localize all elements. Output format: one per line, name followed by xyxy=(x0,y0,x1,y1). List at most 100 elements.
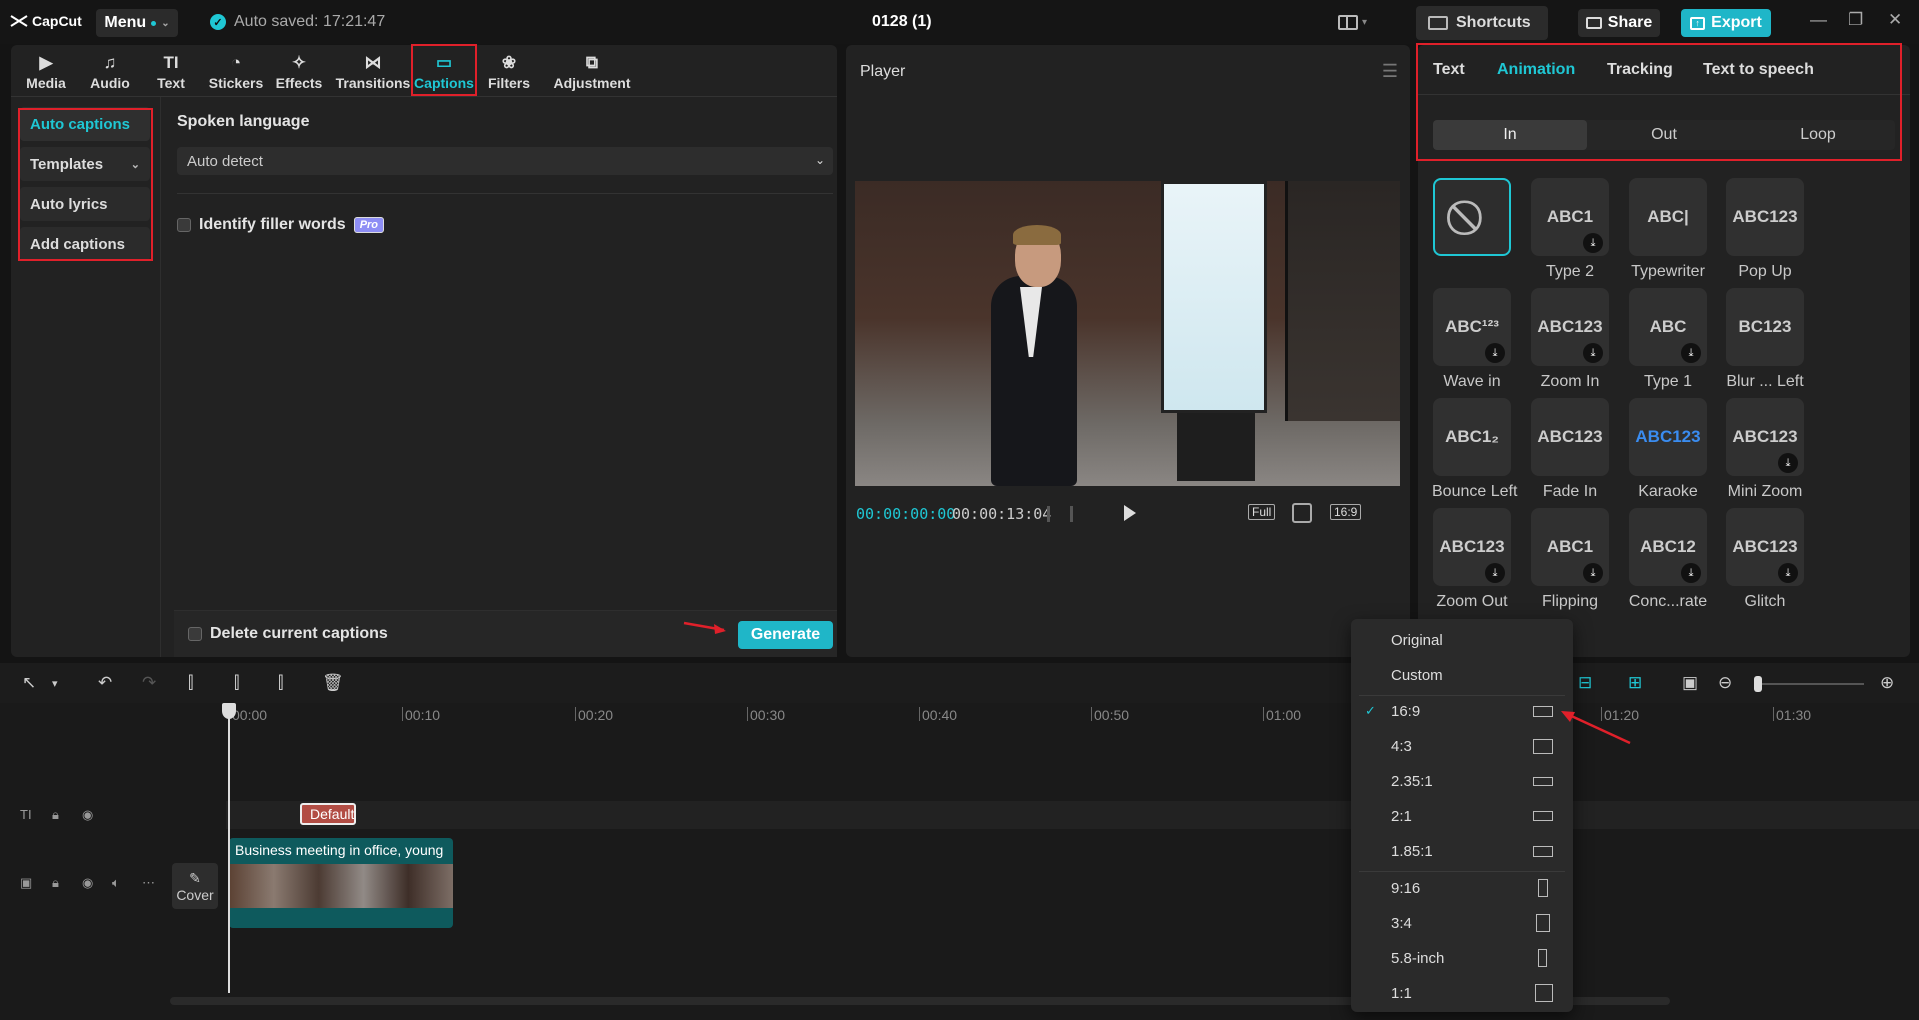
animation-preset[interactable]: ABC123⤓Mini Zoom xyxy=(1725,398,1805,501)
annotation-arrow xyxy=(1555,708,1635,748)
lock-icon[interactable]: 🔒︎ xyxy=(52,875,59,891)
animation-preset[interactable]: ABC123⤓Zoom In xyxy=(1530,288,1610,391)
animation-preset[interactable]: ABC1⤓Flipping xyxy=(1530,508,1610,611)
full-quality-button[interactable]: Full xyxy=(1248,504,1275,520)
eye-icon[interactable]: ◉ xyxy=(82,807,93,823)
download-icon[interactable]: ⤓ xyxy=(1778,453,1798,473)
link-icon[interactable]: ⊟ xyxy=(1578,673,1592,693)
ratio-option-1-1[interactable]: 1:1 xyxy=(1351,978,1573,1008)
split-left-icon[interactable]: ⫿ xyxy=(234,673,239,693)
tool-label: Effects xyxy=(276,75,323,91)
animation-preset[interactable]: ABC1₂Bounce Left xyxy=(1432,398,1512,501)
video-clip[interactable]: Business meeting in office, young xyxy=(229,838,453,928)
download-icon[interactable]: ⤓ xyxy=(1681,563,1701,583)
ratio-option-1-85-1[interactable]: 1.85:1 xyxy=(1351,836,1573,866)
animation-preset[interactable]: ABC123Karaoke xyxy=(1628,398,1708,501)
animation-preset[interactable]: ABC12⤓Conc...rate xyxy=(1628,508,1708,611)
animation-preset[interactable]: ABC123Pop Up xyxy=(1725,178,1805,281)
zoom-slider-handle[interactable] xyxy=(1754,676,1762,692)
playhead[interactable] xyxy=(228,703,230,993)
download-icon[interactable]: ⤓ xyxy=(1485,563,1505,583)
text-clip[interactable]: Default xyxy=(300,803,356,825)
undo-icon[interactable]: ↶ xyxy=(98,673,112,693)
ratio-option-5-8-inch[interactable]: 5.8-inch xyxy=(1351,943,1573,973)
minimize-icon[interactable]: — xyxy=(1810,10,1827,30)
video-preview[interactable] xyxy=(855,181,1400,486)
animation-preset[interactable]: ABC123⤓Zoom Out xyxy=(1432,508,1512,611)
chevron-down-icon[interactable]: ▾ xyxy=(52,677,58,690)
split-icon[interactable]: ⫿ xyxy=(188,673,193,693)
animation-preset[interactable]: ABC123⤓Glitch xyxy=(1725,508,1805,611)
download-icon[interactable]: ⤓ xyxy=(1778,563,1798,583)
ratio-2-1-icon xyxy=(1533,811,1553,821)
restore-icon[interactable]: ❐ xyxy=(1848,10,1863,30)
generate-button[interactable]: Generate xyxy=(738,621,833,649)
preview-axis-icon[interactable]: ▣ xyxy=(1682,673,1698,693)
animation-preset[interactable]: ABC¹²³⤓Wave in xyxy=(1432,288,1512,391)
ratio-option-4-3[interactable]: 4:3 xyxy=(1351,731,1573,761)
menu-button[interactable]: Menu ⌄ xyxy=(96,9,178,37)
download-icon[interactable]: ⤓ xyxy=(1485,343,1505,363)
zoom-slider[interactable] xyxy=(1754,683,1864,685)
download-icon[interactable]: ⤓ xyxy=(1681,343,1701,363)
delete-captions-checkbox[interactable] xyxy=(188,627,202,641)
tool-stickers[interactable]: ◔ Stickers xyxy=(206,49,266,95)
zoom-fit-icon[interactable] xyxy=(1292,503,1312,523)
aspect-ratio-button[interactable]: 16:9 xyxy=(1330,504,1361,520)
animation-label: Typewriter xyxy=(1628,263,1708,281)
ratio-option-2-1[interactable]: 2:1 xyxy=(1351,801,1573,831)
animation-preset[interactable]: ABC123Fade In xyxy=(1530,398,1610,501)
ratio-option-custom[interactable]: Custom xyxy=(1351,660,1573,690)
tool-transitions[interactable]: ⋈ Transitions xyxy=(333,49,413,95)
waveform-icon[interactable] xyxy=(1047,506,1073,522)
export-button[interactable]: ↑ Export xyxy=(1681,9,1771,37)
zoom-in-icon[interactable]: ⊕ xyxy=(1880,673,1894,693)
delete-captions-row: Delete current captions xyxy=(188,625,388,643)
edit-pencil-icon: ✎ xyxy=(189,870,201,887)
ratio-option-2-35-1[interactable]: 2.35:1 xyxy=(1351,766,1573,796)
ratio-option-original[interactable]: Original xyxy=(1351,625,1573,655)
download-icon[interactable]: ⤓ xyxy=(1583,343,1603,363)
spoken-language-select[interactable]: Auto detect ⌄ xyxy=(177,147,833,175)
ratio-option-3-4[interactable]: 3:4 xyxy=(1351,908,1573,938)
delete-icon[interactable]: 🗑 xyxy=(322,673,344,693)
more-icon[interactable]: ⋯ xyxy=(142,875,155,891)
tool-adjustment[interactable]: ⧉ Adjustment xyxy=(544,49,640,95)
animation-label: Zoom In xyxy=(1530,373,1610,391)
tool-filters[interactable]: ❀ Filters xyxy=(484,49,534,95)
tool-effects[interactable]: ✧ Effects xyxy=(274,49,324,95)
animation-preset[interactable]: ⃠ xyxy=(1432,178,1512,263)
ratio-option-9-16[interactable]: 9:16 xyxy=(1351,873,1573,903)
menu-label: Menu xyxy=(104,14,146,32)
tool-label: Media xyxy=(26,75,66,91)
play-icon[interactable] xyxy=(1124,505,1136,521)
animation-preset[interactable]: ABC1⤓Type 2 xyxy=(1530,178,1610,281)
animation-preset[interactable]: BC123Blur ... Left xyxy=(1725,288,1805,391)
audio-volume-icon[interactable]: 🔈︎ xyxy=(112,875,120,891)
close-icon[interactable]: ✕ xyxy=(1888,10,1902,30)
filler-words-checkbox[interactable] xyxy=(177,218,191,232)
share-button[interactable]: Share xyxy=(1578,9,1660,37)
hamburger-menu-icon[interactable]: ☰ xyxy=(1382,61,1398,82)
redo-icon[interactable]: ↷ xyxy=(142,673,156,693)
eye-icon[interactable]: ◉ xyxy=(82,875,93,891)
cover-button[interactable]: ✎ Cover xyxy=(172,863,218,909)
select-cursor-icon[interactable]: ↖ xyxy=(22,673,36,693)
split-right-icon[interactable]: ⫿ xyxy=(278,673,283,693)
download-icon[interactable]: ⤓ xyxy=(1583,233,1603,253)
snap-icon[interactable]: ⊞ xyxy=(1628,673,1642,693)
shortcuts-button[interactable]: Shortcuts xyxy=(1416,6,1548,40)
tool-audio[interactable]: ♫ Audio xyxy=(85,49,135,95)
tool-text[interactable]: TI Text xyxy=(151,49,191,95)
ratio-option-16-9[interactable]: ✓ 16:9 xyxy=(1351,696,1573,726)
autosave-text: Auto saved: 17:21:47 xyxy=(234,13,385,31)
animation-preset[interactable]: ABC|Typewriter xyxy=(1628,178,1708,281)
layout-button[interactable]: ▾ xyxy=(1338,12,1374,32)
tool-media[interactable]: ▶ Media xyxy=(21,49,71,95)
ratio-1-1-icon xyxy=(1535,984,1553,1002)
lock-icon[interactable]: 🔒︎ xyxy=(52,807,59,823)
animation-preset[interactable]: ABC⤓Type 1 xyxy=(1628,288,1708,391)
download-icon[interactable]: ⤓ xyxy=(1583,563,1603,583)
animation-label: Type 2 xyxy=(1530,263,1610,281)
zoom-out-icon[interactable]: ⊖ xyxy=(1718,673,1732,693)
